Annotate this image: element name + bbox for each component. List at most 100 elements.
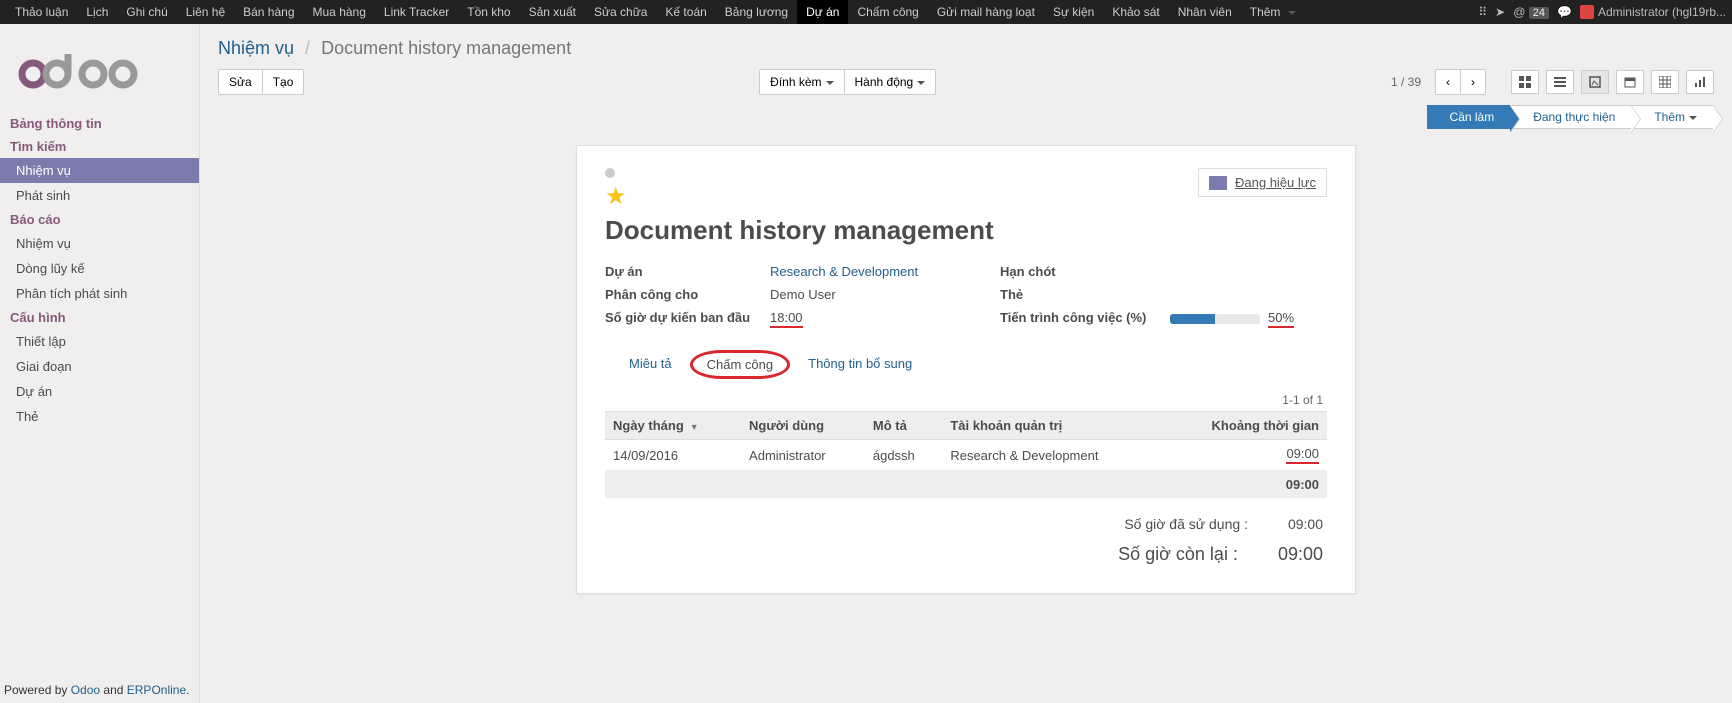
systray: ⠿ ➤ @ 24 💬 Administrator (hgl19rb...	[1478, 5, 1726, 20]
field-planned-hours: 18:00	[770, 310, 990, 328]
topmenu-item[interactable]: Tồn kho	[458, 0, 519, 24]
topmenu-item[interactable]: Liên hệ	[177, 0, 234, 24]
top-menubar: Thảo luậnLịchGhi chúLiên hệBán hàngMua h…	[0, 0, 1732, 24]
powered-by: Powered by Odoo and ERPOnline.	[0, 677, 199, 703]
totals: Số giờ đã sử dụng : 09:00 Số giờ còn lại…	[605, 510, 1327, 571]
table-cell: Administrator	[741, 440, 865, 471]
sidebar-item[interactable]: Nhiệm vụ	[0, 231, 199, 256]
sidebar: Bảng thông tinTìm kiếmNhiệm vụPhát sinhB…	[0, 24, 200, 703]
breadcrumb: Nhiệm vụ / Document history management	[200, 24, 1732, 69]
stage-button[interactable]: Đang hiệu lực	[1198, 168, 1327, 197]
topmenu-item[interactable]: Sự kiện	[1044, 0, 1103, 24]
topmenu-item[interactable]: Gửi mail hàng loạt	[928, 0, 1044, 24]
sidebar-item[interactable]: Thiết lập	[0, 329, 199, 354]
topmenu-item[interactable]: Thêm	[1241, 0, 1305, 24]
list-view-button[interactable]	[1546, 70, 1574, 94]
sidebar-item[interactable]: Dự án	[0, 379, 199, 404]
topmenu-item[interactable]: Nhân viên	[1169, 0, 1241, 24]
sidebar-item[interactable]: Nhiệm vụ	[0, 158, 199, 183]
label-hours-remaining: Số giờ còn lại :	[1118, 544, 1238, 565]
timesheet-table: Ngày tháng▼Người dùngMô tảTài khoản quản…	[605, 411, 1327, 498]
sidebar-header[interactable]: Cấu hình	[0, 306, 199, 329]
timesheet-total: 09:00	[605, 471, 1327, 499]
detail-tab[interactable]: Miêu tả	[615, 350, 686, 379]
sidebar-item[interactable]: Giai đoạn	[0, 354, 199, 379]
topmenu-item[interactable]: Kế toán	[656, 0, 715, 24]
apps-icon[interactable]: ⠿	[1478, 5, 1487, 19]
topmenu-item[interactable]: Ghi chú	[117, 0, 176, 24]
pager-prev-button[interactable]: ‹	[1435, 69, 1461, 95]
field-progress: 50%	[1170, 310, 1327, 328]
table-header[interactable]: Người dùng	[741, 412, 865, 440]
table-cell: Research & Development	[942, 440, 1162, 471]
sidebar-item[interactable]: Dòng lũy kế	[0, 256, 199, 281]
topmenu-item[interactable]: Dự án	[797, 0, 848, 24]
sidebar-item[interactable]: Thẻ	[0, 404, 199, 429]
field-deadline	[1170, 264, 1327, 279]
user-menu[interactable]: Administrator (hgl19rb...	[1580, 5, 1726, 20]
value-hours-remaining: 09:00	[1278, 544, 1323, 565]
detail-tab[interactable]: Chấm công	[690, 350, 790, 379]
kanban-state-dot[interactable]	[605, 168, 615, 178]
field-tags	[1170, 287, 1327, 302]
attach-dropdown[interactable]: Đính kèm	[759, 69, 844, 95]
sidebar-item[interactable]: Phân tích phát sinh	[0, 281, 199, 306]
label-planned-hours: Số giờ dự kiến ban đầu	[605, 310, 760, 328]
status-stage[interactable]: Thêm	[1631, 105, 1714, 129]
table-cell: 09:00	[1162, 440, 1327, 471]
control-bar: Sửa Tạo Đính kèm Hành động 1 / 39 ‹ ›	[200, 69, 1732, 105]
label-assigned: Phân công cho	[605, 287, 760, 302]
breadcrumb-current: Document history management	[321, 38, 571, 58]
breadcrumb-parent[interactable]: Nhiệm vụ	[218, 38, 294, 58]
status-stage[interactable]: Cần làm	[1427, 105, 1512, 129]
label-project: Dự án	[605, 264, 760, 279]
powered-odoo-link[interactable]: Odoo	[71, 683, 100, 697]
priority-star-icon[interactable]: ★	[605, 183, 627, 210]
label-hours-used: Số giờ đã sử dụng :	[1124, 516, 1248, 532]
status-stage[interactable]: Đang thực hiện	[1510, 105, 1632, 129]
edit-button[interactable]: Sửa	[218, 69, 263, 95]
table-pager: 1-1 of 1	[605, 393, 1327, 407]
form-view-button[interactable]	[1581, 70, 1609, 94]
sidebar-header[interactable]: Báo cáo	[0, 208, 199, 231]
kanban-view-button[interactable]	[1511, 70, 1539, 94]
label-deadline: Hạn chót	[1000, 264, 1160, 279]
pivot-view-button[interactable]	[1651, 70, 1679, 94]
chat-icon[interactable]: 💬	[1557, 5, 1572, 19]
sidebar-header[interactable]: Bảng thông tin	[0, 112, 199, 135]
field-project[interactable]: Research & Development	[770, 264, 990, 279]
topmenu-item[interactable]: Sản xuất	[520, 0, 585, 24]
form-sheet: ★ Đang hiệu lực Document history managem…	[576, 145, 1356, 594]
table-row[interactable]: 14/09/2016AdministratorágdsshResearch & …	[605, 440, 1327, 471]
topmenu-item[interactable]: Link Tracker	[375, 0, 458, 24]
label-progress: Tiến trình công việc (%)	[1000, 310, 1160, 328]
topmenu-item[interactable]: Thảo luận	[6, 0, 77, 24]
topmenu-item[interactable]: Bán hàng	[234, 0, 303, 24]
stage-icon	[1209, 176, 1227, 190]
topmenu-item[interactable]: Khảo sát	[1103, 0, 1168, 24]
value-hours-used: 09:00	[1288, 516, 1323, 532]
topmenu-item[interactable]: Bảng lương	[716, 0, 797, 24]
action-dropdown[interactable]: Hành động	[844, 69, 937, 95]
messaging-icon[interactable]: @ 24	[1513, 5, 1549, 19]
table-header[interactable]: Khoảng thời gian	[1162, 412, 1327, 440]
detail-tab[interactable]: Thông tin bổ sung	[794, 350, 926, 379]
topmenu-item[interactable]: Lịch	[77, 0, 117, 24]
table-header[interactable]: Tài khoản quản trị	[942, 412, 1162, 440]
pager-next-button[interactable]: ›	[1460, 69, 1486, 95]
create-button[interactable]: Tạo	[262, 69, 305, 95]
task-title: Document history management	[605, 215, 1327, 246]
sidebar-header[interactable]: Tìm kiếm	[0, 135, 199, 158]
topmenu-item[interactable]: Mua hàng	[304, 0, 375, 24]
graph-view-button[interactable]	[1686, 70, 1714, 94]
progress-bar	[1170, 314, 1260, 324]
detail-tabs: Miêu tảChấm côngThông tin bổ sung	[605, 350, 1327, 379]
topmenu-item[interactable]: Sửa chữa	[585, 0, 656, 24]
table-header[interactable]: Ngày tháng▼	[605, 412, 741, 440]
calendar-view-button[interactable]	[1616, 70, 1644, 94]
topmenu-item[interactable]: Chấm công	[848, 0, 927, 24]
sidebar-item[interactable]: Phát sinh	[0, 183, 199, 208]
table-header[interactable]: Mô tả	[865, 412, 942, 440]
powered-erponline-link[interactable]: ERPOnline	[127, 683, 186, 697]
send-icon[interactable]: ➤	[1495, 5, 1505, 19]
